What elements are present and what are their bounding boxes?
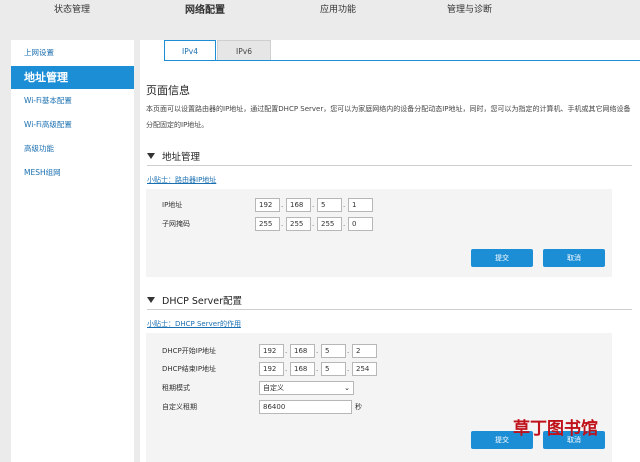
dhcp-end-label: DHCP结束IP地址 (162, 365, 217, 373)
address-panel: IP地址 192 . 168 . 5 . 1 子网掩码 255 . 255 . … (146, 189, 612, 277)
main-content: IPv4 IPv6 页面信息 本页面可以设置路由器的IP地址，通过配置DHCP … (140, 40, 640, 462)
address-tip-link[interactable]: 小贴士：路由器IP地址 (147, 175, 216, 185)
top-nav: 状态管理 网络配置 应用功能 管理与诊断 (0, 0, 640, 30)
nav-tab-network[interactable]: 网络配置 (185, 1, 225, 16)
page-description: 本页面可以设置路由器的IP地址，通过配置DHCP Server，您可以为家庭网络… (146, 105, 631, 129)
sidebar-item-mesh[interactable]: MESH组网 (11, 162, 134, 184)
address-cancel-button[interactable]: 取消 (543, 249, 605, 267)
section-divider (147, 309, 632, 310)
dhcp-end-octet-4[interactable]: 254 (352, 362, 377, 376)
mask-octet-4[interactable]: 0 (348, 217, 373, 231)
dhcp-panel: DHCP开始IP地址 192 . 168 . 5 . 2 DHCP结束IP地址 … (146, 333, 612, 462)
ip-address-label: IP地址 (162, 201, 183, 209)
lease-unit: 秒 (355, 403, 362, 411)
dhcp-end-octet-2[interactable]: 168 (290, 362, 315, 376)
dhcp-start-octet-1[interactable]: 192 (259, 344, 284, 358)
nav-tab-apps[interactable]: 应用功能 (320, 2, 356, 15)
sidebar: 上网设置 地址管理 Wi-Fi基本配置 Wi-Fi高级配置 高级功能 MESH组… (11, 40, 134, 462)
ip-octet-2[interactable]: 168 (286, 198, 311, 212)
sidebar-item-wifi-basic[interactable]: Wi-Fi基本配置 (11, 90, 134, 112)
ip-octet-1[interactable]: 192 (255, 198, 280, 212)
mask-octet-2[interactable]: 255 (286, 217, 311, 231)
custom-lease-label: 自定义租期 (162, 403, 197, 411)
dhcp-section-title: DHCP Server配置 (162, 296, 242, 307)
dhcp-start-label: DHCP开始IP地址 (162, 347, 217, 355)
sidebar-item-advanced-features[interactable]: 高级功能 (11, 138, 134, 160)
chevron-down-icon: ⌄ (344, 384, 350, 392)
ip-octet-4[interactable]: 1 (348, 198, 373, 212)
mask-octet-1[interactable]: 255 (255, 217, 280, 231)
sidebar-item-wifi-advanced[interactable]: Wi-Fi高级配置 (11, 114, 134, 136)
custom-lease-input[interactable]: 86400 (259, 400, 352, 414)
lease-mode-select[interactable]: 自定义 ⌄ (259, 381, 354, 395)
collapse-triangle-icon (147, 153, 155, 159)
lease-mode-label: 租期模式 (162, 384, 190, 392)
dhcp-tip-link[interactable]: 小贴士：DHCP Server的作用 (147, 319, 241, 329)
address-submit-button[interactable]: 提交 (471, 249, 533, 267)
mask-octet-3[interactable]: 255 (317, 217, 342, 231)
address-section-header[interactable]: 地址管理 (147, 149, 200, 163)
lease-mode-value: 自定义 (263, 384, 284, 392)
nav-tab-management[interactable]: 管理与诊断 (447, 2, 492, 15)
address-section-title: 地址管理 (162, 152, 201, 163)
dhcp-start-octet-3[interactable]: 5 (321, 344, 346, 358)
section-divider (147, 165, 632, 166)
sidebar-item-internet-setup[interactable]: 上网设置 (11, 42, 134, 64)
subnet-mask-label: 子网掩码 (162, 220, 190, 228)
tab-ipv6[interactable]: IPv6 (217, 40, 271, 61)
tab-ipv4[interactable]: IPv4 (164, 40, 216, 61)
page-title: 页面信息 (146, 84, 190, 97)
dhcp-end-octet-3[interactable]: 5 (321, 362, 346, 376)
dhcp-start-octet-4[interactable]: 2 (352, 344, 377, 358)
watermark-text: 草丁图书馆 (513, 419, 598, 439)
dhcp-start-octet-2[interactable]: 168 (290, 344, 315, 358)
watermark-logo: 草丁图书馆 (513, 414, 633, 440)
collapse-triangle-icon (147, 297, 155, 303)
ip-octet-3[interactable]: 5 (317, 198, 342, 212)
dhcp-end-octet-1[interactable]: 192 (259, 362, 284, 376)
tab-divider (164, 60, 640, 61)
dhcp-section-header[interactable]: DHCP Server配置 (147, 293, 242, 307)
nav-tab-status[interactable]: 状态管理 (54, 2, 90, 15)
sidebar-item-address-management[interactable]: 地址管理 (11, 66, 134, 89)
